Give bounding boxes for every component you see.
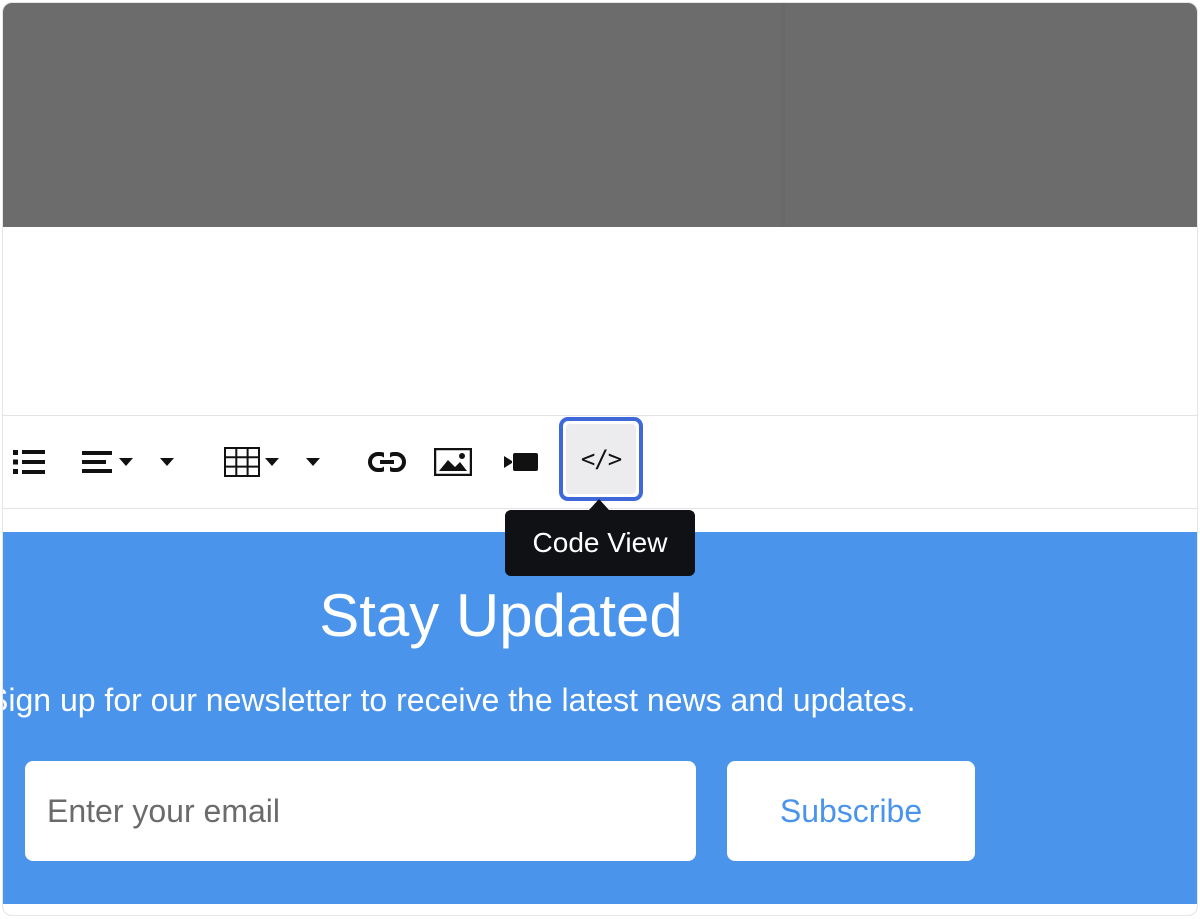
video-button[interactable] — [499, 416, 543, 508]
list-icon — [11, 447, 47, 477]
code-view-button-face: </> — [566, 424, 636, 494]
newsletter-section: Stay Updated Sign up for our newsletter … — [2, 532, 1197, 904]
newsletter-title: Stay Updated — [319, 582, 683, 649]
editor-frame: </> Code View Stay Updated Sign up for o… — [2, 2, 1198, 916]
image-icon — [434, 448, 472, 476]
code-icon: </> — [580, 445, 622, 473]
code-view-tooltip: Code View — [505, 510, 695, 576]
link-icon — [368, 451, 406, 473]
caret-down-icon — [159, 457, 175, 467]
table-button[interactable] — [219, 416, 285, 508]
code-view-button[interactable]: </> — [559, 417, 643, 501]
email-input[interactable] — [25, 761, 696, 861]
subscribe-button[interactable]: Subscribe — [727, 761, 975, 861]
table-icon — [224, 447, 260, 477]
caret-down-icon — [264, 457, 280, 467]
caret-down-icon — [118, 457, 134, 467]
newsletter-description: Sign up for our newsletter to receive th… — [2, 682, 916, 718]
more-dropdown-button[interactable] — [153, 416, 181, 508]
caret-down-icon — [305, 457, 321, 467]
picture-button[interactable] — [431, 416, 475, 508]
paragraph-align-button[interactable] — [77, 416, 139, 508]
header-image-area — [3, 3, 1197, 227]
align-left-icon — [82, 449, 116, 475]
video-icon — [503, 452, 539, 472]
more-dropdown-button-2[interactable] — [299, 416, 327, 508]
link-button[interactable] — [363, 416, 411, 508]
unordered-list-button[interactable] — [7, 416, 51, 508]
editor-content-area[interactable] — [3, 227, 1197, 415]
header-divider — [781, 3, 785, 227]
tooltip-arrow — [589, 499, 609, 510]
